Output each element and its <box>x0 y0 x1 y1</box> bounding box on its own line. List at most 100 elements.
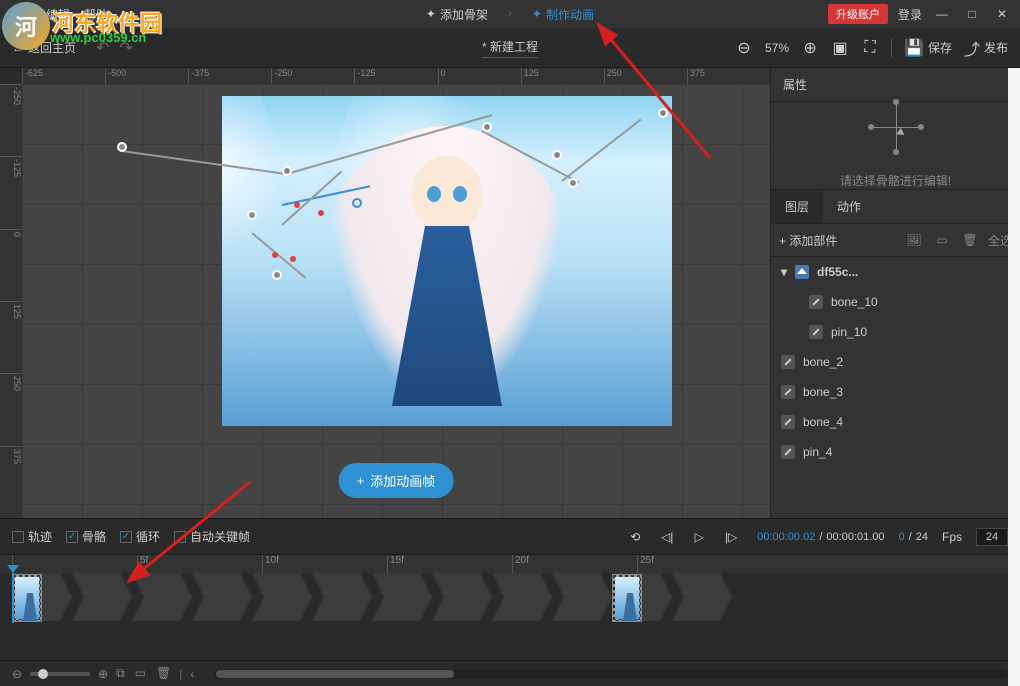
play-button[interactable]: ▷ <box>687 525 711 549</box>
fps-input[interactable] <box>976 528 1008 546</box>
properties-hint: 请选择骨骼进行编辑! <box>840 172 951 189</box>
next-frame-button[interactable]: |▷ <box>719 525 743 549</box>
tab-add-bones[interactable]: ✦ 添加骨架 <box>426 6 488 23</box>
login-link[interactable]: 登录 <box>898 6 922 23</box>
bones-checkbox[interactable]: 骨骼 <box>66 528 106 545</box>
back-button[interactable]: ← 返回主页 <box>12 39 76 56</box>
bone-node[interactable] <box>658 108 668 118</box>
copy-button[interactable]: ⧉ <box>116 666 125 681</box>
canvas-wrapper: -625-500-375 -250-1250 125250375 -250-12… <box>0 68 770 518</box>
maximize-button[interactable]: □ <box>962 4 982 24</box>
playhead[interactable] <box>12 573 14 623</box>
keyframe-thumb[interactable] <box>12 574 42 622</box>
upgrade-button[interactable]: 升级账户 <box>828 4 888 24</box>
collapse-icon[interactable]: ▾ <box>781 265 787 279</box>
add-part-button[interactable]: + 添加部件 <box>779 232 837 249</box>
bone-node[interactable] <box>272 270 282 280</box>
bone-icon <box>781 355 795 369</box>
track-checkbox[interactable]: 轨迹 <box>12 528 52 545</box>
right-panel: 属性 请选择骨骼进行编辑! 图层 动作 + 添加部件 🖼 ▭ 🗑 全选 <box>770 68 1020 518</box>
save-button[interactable]: 💾 保存 <box>904 39 952 57</box>
zoom-out-button[interactable]: ⊖ <box>735 39 753 57</box>
trash-button[interactable]: 🗑 <box>156 666 171 681</box>
minimize-button[interactable]: — <box>932 4 952 24</box>
browser-edge <box>1008 68 1020 686</box>
fps-label: Fps <box>942 530 962 544</box>
toolbar: ← 返回主页 ↶ ↷ * 新建工程 ⊖ 57% ⊕ ▣ ⛶ 💾 保存 ⤴ 发布 <box>0 28 1020 68</box>
bone-icon <box>781 445 795 459</box>
redo-button[interactable]: ↷ <box>119 38 132 58</box>
save-icon: 💾 <box>904 38 924 58</box>
duplicate-button[interactable]: ▭ <box>135 666 146 681</box>
image-icon-button[interactable]: 🖼 <box>904 230 924 250</box>
tree-item[interactable]: bone_4 <box>771 407 1020 437</box>
bone-pivot[interactable] <box>352 198 362 208</box>
timeline-scrollbar[interactable] <box>214 669 1008 679</box>
tree-item[interactable]: pin_10 <box>771 317 1020 347</box>
fullscreen-button[interactable]: ⛶ <box>861 39 879 57</box>
prev-frame-button[interactable]: ◁| <box>655 525 679 549</box>
bone-anchor[interactable] <box>318 210 324 216</box>
bone-node[interactable] <box>247 210 257 220</box>
bone-node[interactable] <box>282 166 292 176</box>
ruler-horizontal: -625-500-375 -250-1250 125250375 <box>22 68 770 84</box>
tree-item[interactable]: bone_10 <box>771 287 1020 317</box>
plus-icon: + <box>357 473 365 488</box>
image-icon <box>795 265 809 279</box>
undo-button[interactable]: ↶ <box>96 38 109 58</box>
time-display: 00:00:00.02 / 00:00:01.00 <box>757 531 884 543</box>
tab-make-animation[interactable]: ✦ 制作动画 <box>532 6 594 23</box>
bone-icon <box>781 415 795 429</box>
frame-display: 0 / 24 <box>899 531 928 543</box>
bone-node[interactable] <box>552 150 562 160</box>
layers-panel: 图层 动作 + 添加部件 🖼 ▭ 🗑 全选 ▾ df55c... bone_10… <box>771 189 1020 518</box>
add-frame-button[interactable]: + 添加动画帧 <box>339 463 454 498</box>
tab-actions[interactable]: 动作 <box>823 190 875 223</box>
timeline: 轨迹 骨骼 循环 自动关键帧 ⟲ ◁| ▷ |▷ 00:00:00.02 / 0… <box>0 518 1020 686</box>
menu-file[interactable]: 文件 <box>8 6 32 23</box>
bones-icon: ✦ <box>426 7 436 21</box>
bone-icon <box>809 295 823 309</box>
autokeyframe-checkbox[interactable]: 自动关键帧 <box>174 528 250 545</box>
scroll-left[interactable]: ‹ <box>190 667 194 681</box>
publish-button[interactable]: ⤴ 发布 <box>964 39 1008 57</box>
project-title[interactable]: * 新建工程 <box>482 38 538 58</box>
tree-item[interactable]: bone_2 <box>771 347 1020 377</box>
loop-checkbox[interactable]: 循环 <box>120 528 160 545</box>
zoom-level: 57% <box>765 41 789 55</box>
publish-icon: ⤴ <box>964 36 980 60</box>
track-zoom-slider[interactable] <box>30 672 90 676</box>
canvas[interactable]: + 添加动画帧 <box>22 84 770 518</box>
properties-header: 属性 <box>771 68 1020 102</box>
menu-edit[interactable]: 编辑 <box>46 6 70 23</box>
bone-node[interactable] <box>117 142 127 152</box>
close-button[interactable]: ✕ <box>992 4 1012 24</box>
ruler-vertical: -250-1250 125250375 <box>0 84 22 518</box>
folder-icon-button[interactable]: ▭ <box>932 230 952 250</box>
bone-anchor[interactable] <box>294 202 300 208</box>
bone-node[interactable] <box>568 178 578 188</box>
rewind-button[interactable]: ⟲ <box>623 525 647 549</box>
delete-icon-button[interactable]: 🗑 <box>960 230 980 250</box>
back-arrow-icon: ← <box>12 41 24 55</box>
tree-item[interactable]: bone_3 <box>771 377 1020 407</box>
menu-help[interactable]: 帮助 <box>84 6 108 23</box>
bone-node[interactable] <box>482 122 492 132</box>
tree-item[interactable]: pin_4 <box>771 437 1020 467</box>
track-zoom-in[interactable]: ⊕ <box>98 667 108 681</box>
timeline-ruler[interactable]: 5f10f 15f20f 25f <box>0 555 1020 573</box>
tree-item-root[interactable]: ▾ df55c... <box>771 257 1020 287</box>
track-area[interactable] <box>0 573 1020 660</box>
fit-button[interactable]: ▣ <box>831 39 849 57</box>
menubar: 文件 编辑 帮助 ✦ 添加骨架 › ✦ 制作动画 升级账户 登录 — □ ✕ <box>0 0 1020 28</box>
track-zoom-out[interactable]: ⊖ <box>12 667 22 681</box>
animate-icon: ✦ <box>532 7 542 21</box>
keyframe-thumb[interactable] <box>612 574 642 622</box>
zoom-in-button[interactable]: ⊕ <box>801 39 819 57</box>
properties-body: 请选择骨骼进行编辑! <box>771 102 1020 189</box>
bone-icon <box>781 385 795 399</box>
tab-layers[interactable]: 图层 <box>771 190 823 223</box>
bone-anchor[interactable] <box>290 256 296 262</box>
bone-anchor[interactable] <box>272 252 278 258</box>
main-area: -625-500-375 -250-1250 125250375 -250-12… <box>0 68 1020 518</box>
